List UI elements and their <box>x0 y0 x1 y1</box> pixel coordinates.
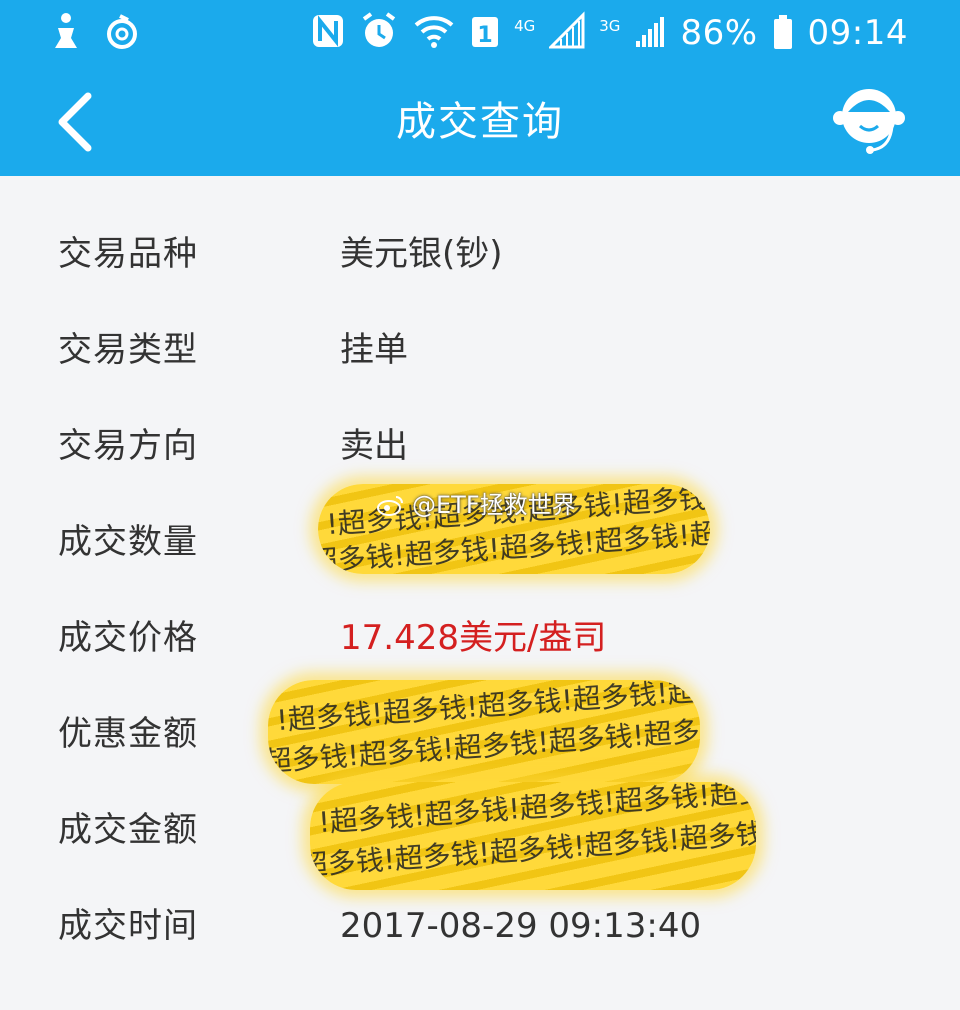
battery-icon <box>772 11 794 55</box>
redaction-amount: !超多钱!超多钱!超多钱!超多钱!超多钱!超多钱!超多钱!超多钱!超 !超多钱!… <box>310 782 756 890</box>
row-type: 交易类型 挂单 <box>0 320 960 380</box>
row-value: 17.428美元/盎司 <box>340 618 607 658</box>
customer-service-icon <box>833 89 905 154</box>
row-value: 美元银(钞) <box>340 234 503 274</box>
sim-icon: 1 <box>470 11 500 55</box>
watermark: @ETF拯救世界 <box>376 490 576 520</box>
row-value: 2017-08-29 09:13:40 <box>340 906 702 946</box>
app-bar: 成交查询 <box>0 68 960 176</box>
person-icon <box>50 12 82 56</box>
row-label: 成交价格 <box>58 618 198 658</box>
signal-icon <box>634 11 666 55</box>
row-label: 优惠金额 <box>58 714 198 754</box>
alarm-icon <box>360 11 398 55</box>
netease-music-icon <box>104 12 140 56</box>
weibo-icon <box>377 496 403 516</box>
row-label: 交易品种 <box>58 234 198 274</box>
row-label: 成交时间 <box>58 906 198 946</box>
watermark-text: @ETF拯救世界 <box>412 491 576 519</box>
row-label: 交易方向 <box>58 426 198 466</box>
redaction-discount: !超多钱!超多钱!超多钱!超多钱!超多钱!超多钱!超多钱!超多钱!超 !超多钱!… <box>268 680 700 784</box>
row-product: 交易品种 美元银(钞) <box>0 224 960 284</box>
clock: 09:14 <box>807 13 908 53</box>
nfc-icon <box>310 11 346 55</box>
battery-percent: 86% <box>680 13 758 53</box>
row-value: 挂单 <box>340 330 408 370</box>
signal-icon <box>547 11 585 55</box>
row-price: 成交价格 17.428美元/盎司 <box>0 608 960 668</box>
network-4g: 4G <box>514 17 536 35</box>
row-label: 成交数量 <box>58 522 198 562</box>
status-bar: 1 4G 3G 86% 09:14 <box>0 0 960 68</box>
customer-service-button[interactable] <box>832 82 906 158</box>
row-label: 成交金额 <box>58 810 198 850</box>
row-value: 卖出 <box>340 426 408 466</box>
sim-badge: 1 <box>477 23 492 48</box>
network-3g: 3G <box>599 17 621 35</box>
row-direction: 交易方向 卖出 <box>0 416 960 476</box>
row-label: 交易类型 <box>58 330 198 370</box>
row-time: 成交时间 2017-08-29 09:13:40 <box>0 896 960 956</box>
page-title: 成交查询 <box>396 99 564 145</box>
wifi-icon <box>412 11 456 55</box>
